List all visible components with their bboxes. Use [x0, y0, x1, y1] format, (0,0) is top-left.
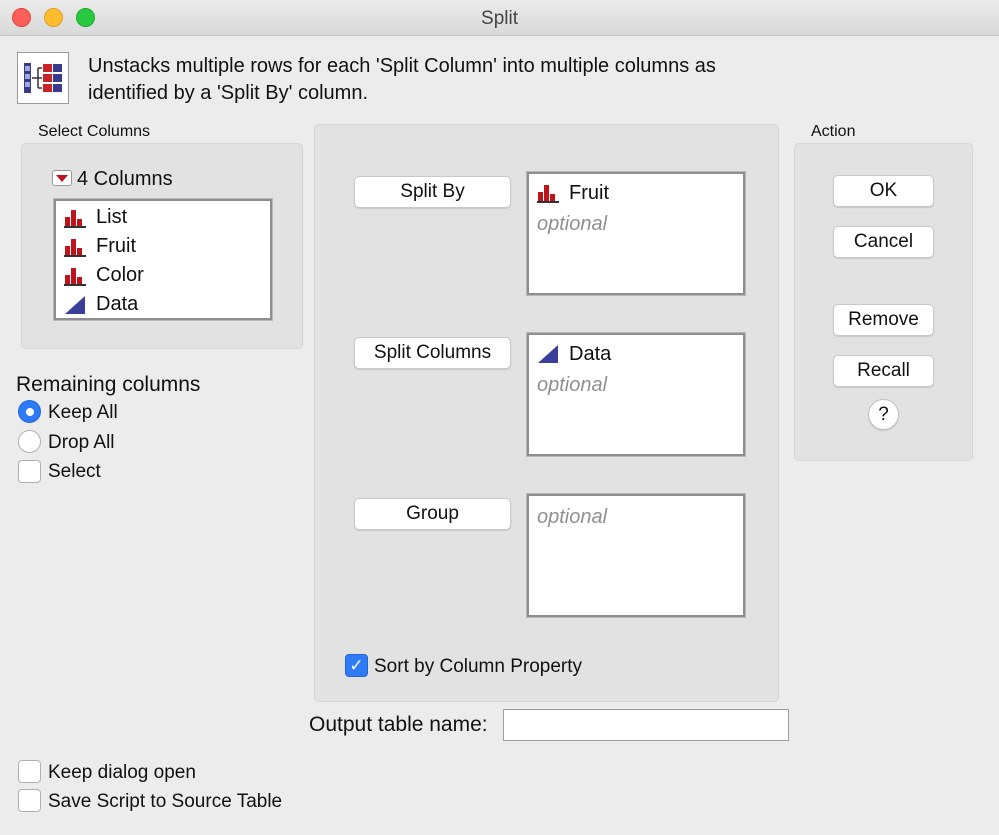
split-by-item-label: Fruit — [569, 181, 609, 204]
drop-all-radio[interactable] — [18, 430, 41, 453]
select-label[interactable]: Select — [48, 461, 101, 483]
split-columns-item-label: Data — [569, 342, 612, 365]
group-placeholder: optional — [537, 506, 608, 528]
list-item-label: Fruit — [96, 235, 136, 257]
list-item[interactable]: Fruit — [56, 232, 270, 261]
split-by-placeholder: optional — [537, 213, 608, 235]
continuous-triangle-icon — [65, 295, 85, 314]
continuous-triangle-icon — [538, 345, 558, 363]
list-item-label: Data — [96, 293, 139, 315]
split-columns-button[interactable]: Split Columns — [354, 337, 511, 369]
nominal-bar-icon — [64, 267, 86, 286]
nominal-bar-icon — [64, 209, 86, 228]
dialog-description: Unstacks multiple rows for each 'Split C… — [88, 55, 716, 104]
list-item[interactable]: Color — [56, 261, 270, 290]
column-count: 4 Columns — [77, 168, 173, 190]
column-list[interactable]: List Fruit Color Data — [53, 198, 273, 321]
remaining-columns-label: Remaining columns — [16, 373, 201, 396]
triangle-down-icon — [56, 175, 68, 182]
drop-all-label[interactable]: Drop All — [48, 432, 115, 454]
group-dropzone[interactable]: optional — [526, 493, 746, 618]
select-columns-panel: 4 Columns List Fruit Color Data — [21, 143, 303, 349]
title-bar: Split — [0, 0, 999, 36]
nominal-bar-icon — [64, 238, 86, 257]
keep-dialog-open-label[interactable]: Keep dialog open — [48, 762, 196, 784]
columns-dropdown-toggle[interactable] — [52, 170, 72, 186]
sort-by-column-property-checkbox[interactable]: ✓ — [345, 654, 368, 677]
action-label: Action — [811, 123, 856, 140]
output-table-name-input[interactable] — [503, 709, 789, 741]
cancel-button[interactable]: Cancel — [833, 226, 934, 258]
split-columns-placeholder: optional — [537, 374, 608, 396]
recall-button[interactable]: Recall — [833, 355, 934, 387]
select-columns-label: Select Columns — [38, 123, 151, 140]
output-table-name-label: Output table name: — [309, 713, 488, 736]
split-by-item[interactable]: Fruit — [529, 177, 743, 209]
nominal-bar-icon — [537, 185, 559, 203]
split-by-button[interactable]: Split By — [354, 176, 511, 208]
list-item-label: List — [96, 206, 128, 228]
keep-all-radio[interactable] — [18, 400, 41, 423]
split-icon — [17, 52, 69, 104]
window-title: Split — [481, 8, 518, 29]
keep-dialog-open-checkbox[interactable] — [18, 760, 41, 783]
sort-by-column-property-label[interactable]: Sort by Column Property — [374, 656, 582, 678]
split-columns-item[interactable]: Data — [529, 338, 743, 370]
save-script-label[interactable]: Save Script to Source Table — [48, 791, 282, 813]
help-button[interactable]: ? — [868, 399, 899, 430]
keep-all-label[interactable]: Keep All — [48, 402, 118, 424]
list-item[interactable]: List — [56, 203, 270, 232]
save-script-checkbox[interactable] — [18, 789, 41, 812]
split-by-dropzone[interactable]: Fruit optional — [526, 171, 746, 296]
list-item[interactable]: Data — [56, 290, 270, 319]
ok-button[interactable]: OK — [833, 175, 934, 207]
group-button[interactable]: Group — [354, 498, 511, 530]
select-checkbox[interactable] — [18, 460, 41, 483]
remove-button[interactable]: Remove — [833, 304, 934, 336]
split-columns-dropzone[interactable]: Data optional — [526, 332, 746, 457]
list-item-label: Color — [96, 264, 144, 286]
